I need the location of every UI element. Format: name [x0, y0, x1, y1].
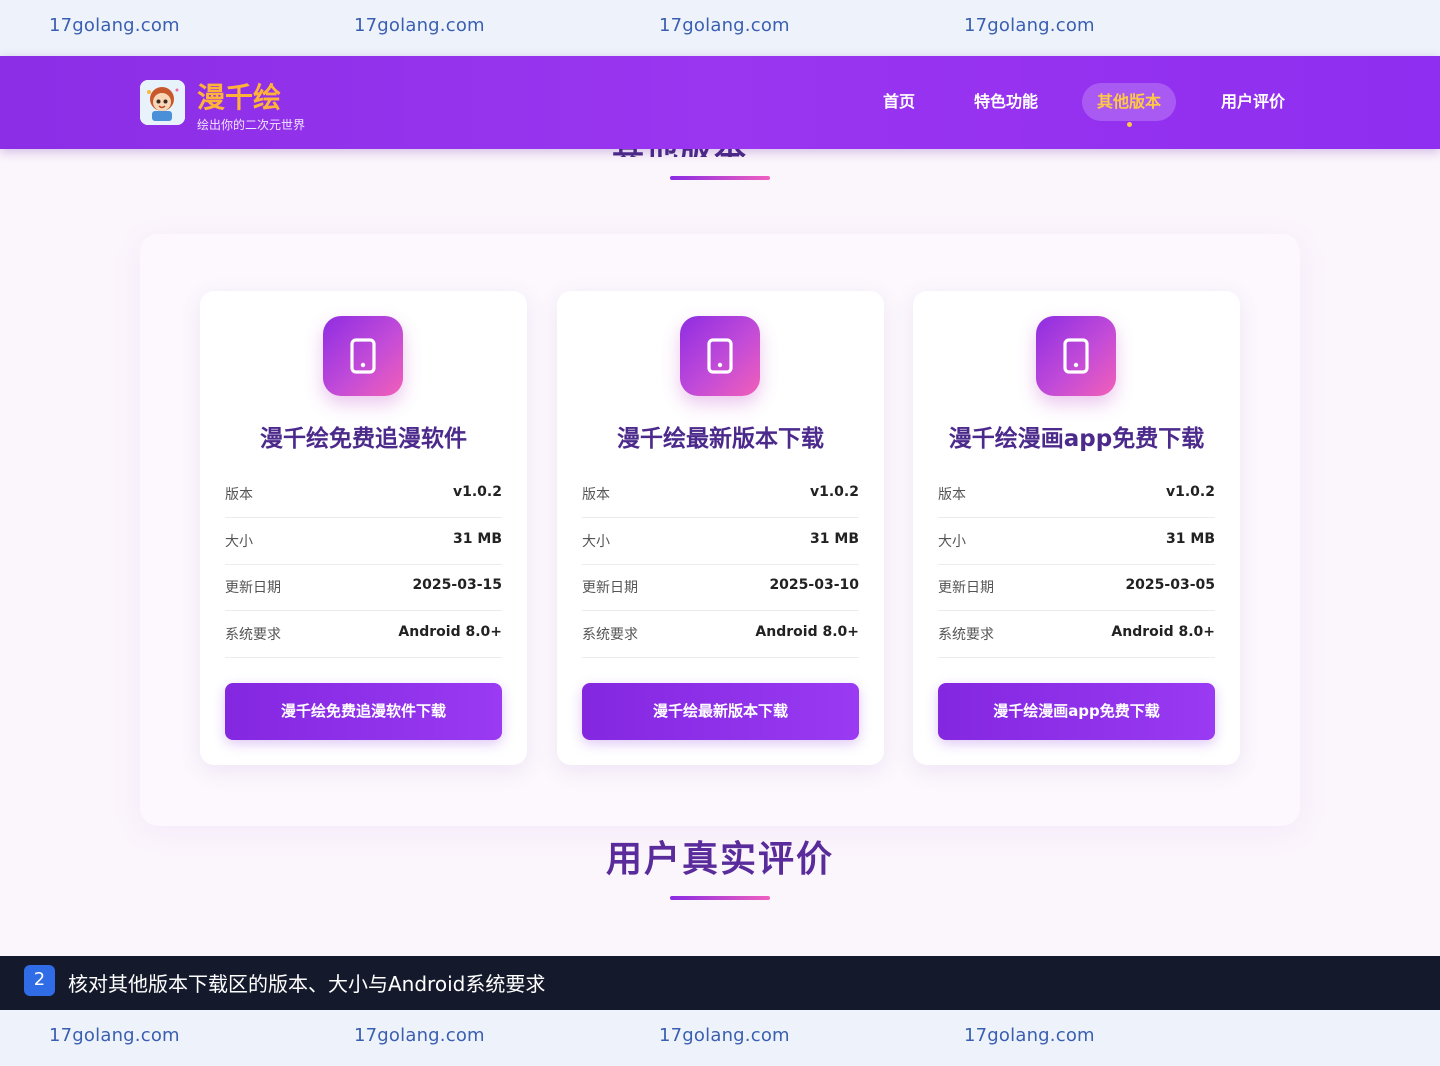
app-name[interactable]: 漫千绘	[197, 76, 281, 116]
anime-character-logo-icon	[140, 80, 185, 125]
site-header: 漫千绘 绘出你的二次元世界 首页 特色功能 其他版本 用户评价	[0, 56, 1440, 149]
version-card: 漫千绘漫画app免费下载 版本 v1.0.2 大小 31 MB 更新日期 202…	[913, 291, 1240, 765]
mobile-phone-icon	[323, 316, 403, 396]
spec-label: 版本	[582, 487, 610, 503]
spec-row-requirement: 系统要求 Android 8.0+	[225, 611, 502, 658]
spec-value: Android 8.0+	[755, 624, 859, 640]
watermark-text: 17golang.com	[659, 15, 790, 36]
watermark-text: 17golang.com	[964, 1025, 1095, 1046]
reviews-title-underline	[670, 896, 770, 900]
download-button[interactable]: 漫千绘最新版本下载	[582, 683, 859, 740]
mobile-phone-icon	[680, 316, 760, 396]
app-tagline: 绘出你的二次元世界	[197, 118, 306, 132]
spec-row-requirement: 系统要求 Android 8.0+	[582, 611, 859, 658]
spec-value: 2025-03-10	[769, 577, 859, 593]
spec-value: v1.0.2	[1166, 484, 1215, 500]
version-card-title: 漫千绘免费追漫软件	[260, 426, 467, 452]
mobile-phone-icon	[1036, 316, 1116, 396]
spec-row-version: 版本 v1.0.2	[225, 471, 502, 518]
spec-row-version: 版本 v1.0.2	[938, 471, 1215, 518]
version-card-title: 漫千绘漫画app免费下载	[948, 426, 1205, 452]
nav-item-features[interactable]: 特色功能	[961, 83, 1051, 121]
spec-label: 系统要求	[938, 627, 994, 643]
spec-row-requirement: 系统要求 Android 8.0+	[938, 611, 1215, 658]
spec-row-version: 版本 v1.0.2	[582, 471, 859, 518]
spec-row-size: 大小 31 MB	[225, 518, 502, 565]
watermark-text: 17golang.com	[49, 15, 180, 36]
spec-value: 2025-03-05	[1125, 577, 1215, 593]
download-button[interactable]: 漫千绘免费追漫软件下载	[225, 683, 502, 740]
watermark-text: 17golang.com	[964, 15, 1095, 36]
spec-label: 系统要求	[582, 627, 638, 643]
version-card: 漫千绘免费追漫软件 版本 v1.0.2 大小 31 MB 更新日期 2025-0…	[200, 291, 527, 765]
watermark-text: 17golang.com	[659, 1025, 790, 1046]
section-title-underline	[670, 176, 770, 180]
section-title-fragment: 其他版本	[612, 149, 748, 157]
spec-value: v1.0.2	[453, 484, 502, 500]
watermark-text: 17golang.com	[354, 15, 485, 36]
nav-item-home[interactable]: 首页	[869, 83, 929, 121]
spec-value: Android 8.0+	[398, 624, 502, 640]
download-button[interactable]: 漫千绘漫画app免费下载	[938, 683, 1215, 740]
spec-label: 更新日期	[225, 580, 281, 596]
version-card: 漫千绘最新版本下载 版本 v1.0.2 大小 31 MB 更新日期 2025-0…	[557, 291, 884, 765]
reviews-section-title: 用户真实评价	[605, 839, 834, 880]
watermark-strip-bottom: 17golang.com 17golang.com 17golang.com 1…	[0, 1010, 1440, 1066]
spec-label: 大小	[938, 534, 966, 550]
spec-label: 大小	[582, 534, 610, 550]
spec-row-date: 更新日期 2025-03-15	[225, 564, 502, 611]
section-title-other-versions-cut: 其他版本	[0, 149, 1440, 157]
spec-row-date: 更新日期 2025-03-05	[938, 564, 1215, 611]
watermark-strip-top: 17golang.com 17golang.com 17golang.com 1…	[0, 0, 1440, 56]
spec-value: v1.0.2	[810, 484, 859, 500]
step-number-badge: 2	[24, 965, 55, 996]
app-logo[interactable]	[140, 80, 185, 125]
spec-row-size: 大小 31 MB	[938, 518, 1215, 565]
instruction-text: 核对其他版本下载区的版本、大小与Android系统要求	[68, 972, 546, 996]
spec-value: Android 8.0+	[1111, 624, 1215, 640]
spec-value: 2025-03-15	[412, 577, 502, 593]
instruction-bar: 2 核对其他版本下载区的版本、大小与Android系统要求	[0, 956, 1440, 1010]
nav-item-reviews[interactable]: 用户评价	[1206, 83, 1300, 121]
spec-value: 31 MB	[453, 531, 502, 547]
version-card-title: 漫千绘最新版本下载	[617, 426, 824, 452]
spec-label: 更新日期	[582, 580, 638, 596]
watermark-text: 17golang.com	[354, 1025, 485, 1046]
spec-label: 版本	[938, 487, 966, 503]
spec-label: 系统要求	[225, 627, 281, 643]
spec-label: 版本	[225, 487, 253, 503]
nav-item-other-versions[interactable]: 其他版本	[1082, 83, 1176, 127]
watermark-text: 17golang.com	[49, 1025, 180, 1046]
spec-value: 31 MB	[810, 531, 859, 547]
spec-row-date: 更新日期 2025-03-10	[582, 564, 859, 611]
spec-label: 大小	[225, 534, 253, 550]
spec-value: 31 MB	[1166, 531, 1215, 547]
spec-label: 更新日期	[938, 580, 994, 596]
spec-row-size: 大小 31 MB	[582, 518, 859, 565]
